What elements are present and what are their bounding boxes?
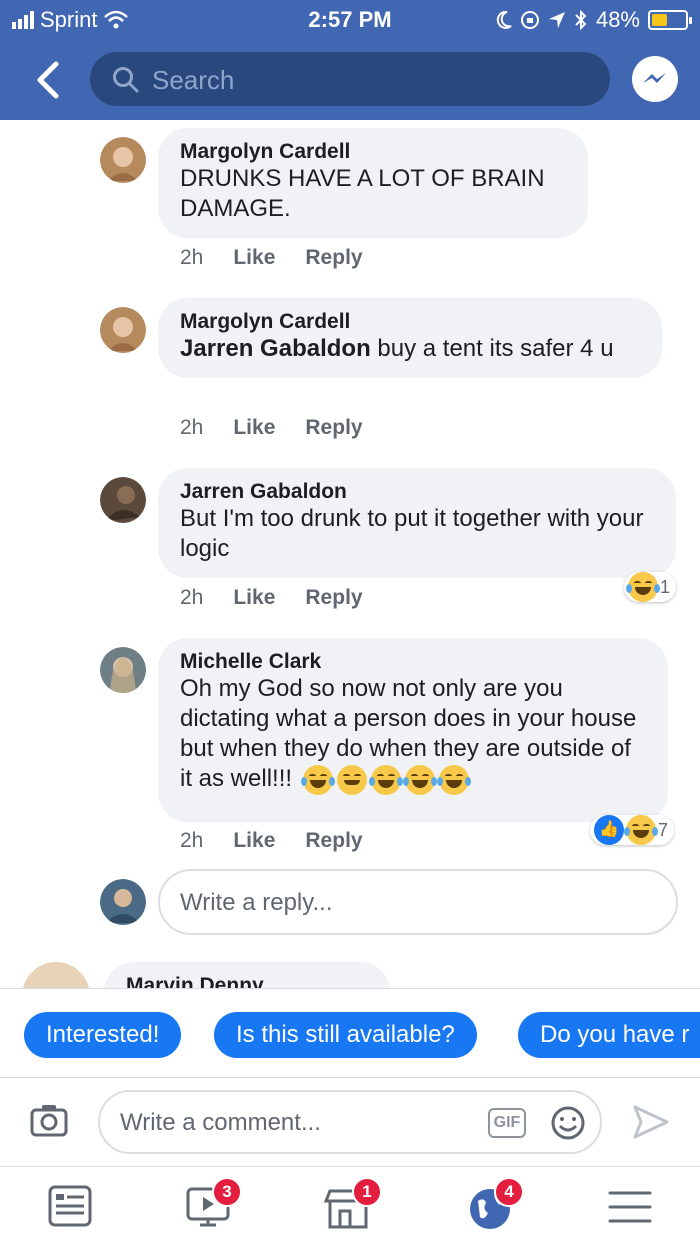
smiling-emoji-icon — [336, 764, 367, 795]
search-icon — [113, 67, 139, 93]
rotation-lock-icon — [520, 11, 539, 29]
messenger-bolt-icon — [643, 73, 666, 83]
quick-reply-chip[interactable]: Is this still available? — [214, 1012, 477, 1058]
tab-watch[interactable]: 3 — [180, 1177, 242, 1233]
like-button[interactable]: Like — [233, 246, 275, 270]
notification-badge: 4 — [494, 1177, 524, 1207]
comment-text: But I'm too drunk to put it together wit… — [180, 505, 644, 562]
comment-input[interactable]: Write a comment... GIF — [98, 1090, 602, 1154]
comment-composer: Write a comment... GIF — [0, 1078, 700, 1166]
reply-placeholder: Write a reply... — [180, 889, 333, 916]
comment-time: 2h — [180, 586, 204, 609]
reaction-count: 7 — [658, 819, 669, 840]
notification-badge: 3 — [212, 1177, 242, 1207]
reaction-summary[interactable]: 👍 7 — [590, 815, 675, 845]
tab-marketplace[interactable]: 1 — [320, 1177, 382, 1233]
location-icon — [548, 12, 565, 28]
avatar — [100, 879, 146, 925]
like-button[interactable]: Like — [233, 416, 275, 440]
like-icon: 👍 — [594, 815, 624, 845]
reply-button[interactable]: Reply — [305, 586, 362, 610]
reaction-summary[interactable]: 1 — [624, 572, 677, 602]
comment-time: 2h — [180, 829, 204, 852]
comment-bubble: Margolyn Cardell DRUNKS HAVE A LOT OF BR… — [158, 128, 588, 238]
messenger-icon[interactable] — [632, 56, 678, 102]
laughing-emoji-icon — [624, 815, 658, 845]
avatar[interactable] — [100, 477, 146, 523]
mention-link[interactable]: Jarren Gabaldon — [180, 335, 371, 362]
reply-input[interactable]: Write a reply... — [158, 869, 678, 935]
like-button[interactable]: Like — [233, 829, 275, 853]
comment-time: 2h — [180, 416, 204, 439]
send-icon[interactable] — [632, 1104, 670, 1140]
reply-button[interactable]: Reply — [305, 829, 362, 853]
status-bar: Sprint 2:57 PM 48% — [0, 0, 700, 40]
comment-text: Jarren Gabaldon buy a tent its safer 4 u — [180, 334, 640, 364]
tab-menu[interactable] — [600, 1181, 660, 1233]
comment-bubble: Michelle Clark Oh my God so now not only… — [158, 638, 668, 822]
comment-bubble: Margolyn Cardell Jarren Gabaldon buy a t… — [158, 298, 662, 378]
search-input[interactable]: Search — [90, 52, 610, 106]
comment-actions: 2h Like Reply — [180, 416, 363, 440]
quick-reply-chip[interactable]: Interested! — [24, 1012, 182, 1058]
avatar[interactable] — [100, 137, 146, 183]
laughing-emoji-icon — [436, 764, 471, 795]
comment-text: DRUNKS HAVE A LOT OF BRAIN DAMAGE. — [180, 165, 545, 222]
top-bar: Sprint 2:57 PM 48% Search — [0, 0, 700, 120]
comment-author[interactable]: Margolyn Cardell — [180, 140, 566, 164]
news-feed-icon — [48, 1185, 92, 1227]
battery-percent: 48% — [595, 7, 640, 32]
comment-text: Oh my God so now not only are you dictat… — [180, 674, 646, 795]
like-button[interactable]: Like — [233, 586, 275, 610]
tab-news-feed[interactable] — [40, 1181, 100, 1233]
search-placeholder: Search — [152, 65, 235, 95]
moon-icon — [496, 11, 512, 29]
quick-reply-chip[interactable]: Do you have r — [518, 1012, 700, 1058]
back-arrow-icon[interactable] — [30, 58, 66, 102]
comment-actions: 2h Like Reply — [180, 586, 363, 610]
avatar[interactable] — [100, 307, 146, 353]
comment-author[interactable]: Jarren Gabaldon — [180, 480, 654, 504]
comment-actions: 2h Like Reply — [180, 246, 363, 270]
reaction-count: 1 — [660, 576, 671, 597]
gif-button[interactable]: GIF — [488, 1108, 526, 1138]
comment-author[interactable]: Margolyn Cardell — [180, 310, 640, 334]
comment-body: buy a tent its safer 4 u — [370, 335, 614, 362]
comment-actions: 2h Like Reply — [180, 829, 363, 853]
laughing-emoji-icon — [626, 572, 660, 602]
comment-placeholder: Write a comment... — [120, 1109, 321, 1136]
laughing-emoji-icon — [368, 764, 403, 795]
comment-author[interactable]: Michelle Clark — [180, 650, 646, 674]
comment-time: 2h — [180, 246, 204, 269]
reply-button[interactable]: Reply — [305, 246, 362, 270]
reply-button[interactable]: Reply — [305, 416, 362, 440]
camera-icon[interactable] — [30, 1103, 68, 1137]
laughing-emoji-icon — [402, 764, 437, 795]
quick-replies-bar: Interested! Is this still available? Do … — [0, 988, 700, 1078]
bluetooth-icon — [575, 10, 587, 30]
bottom-tab-bar: 3 1 4 — [0, 1166, 700, 1247]
emoji-row — [300, 764, 471, 795]
menu-icon — [608, 1191, 652, 1223]
notification-badge: 1 — [352, 1177, 382, 1207]
battery-icon — [648, 10, 692, 30]
tab-notifications[interactable]: 4 — [462, 1177, 524, 1233]
emoji-icon[interactable] — [550, 1105, 586, 1141]
avatar[interactable] — [100, 647, 146, 693]
laughing-emoji-icon — [300, 764, 335, 795]
comment-bubble: Jarren Gabaldon But I'm too drunk to put… — [158, 468, 676, 578]
